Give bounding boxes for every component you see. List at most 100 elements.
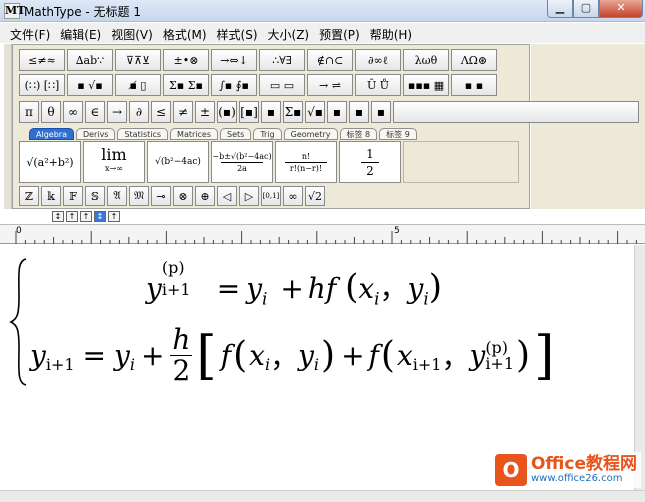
eq2-x1: x <box>249 339 265 372</box>
infinity-symbol-2[interactable]: ∞ <box>283 186 303 206</box>
partial-symbol[interactable]: ∂ <box>129 101 149 123</box>
superscript-template[interactable]: ▪ <box>327 101 347 123</box>
relational-symbols-palette[interactable]: ≤≠≈ <box>19 49 65 71</box>
box-templates-palette[interactable]: ▪ ▪ <box>451 74 497 96</box>
sum-template[interactable]: Σ▪ <box>283 101 303 123</box>
tab-statistics[interactable]: Statistics <box>117 128 169 140</box>
template-half-denominator: 2 <box>366 163 374 178</box>
subsup-template[interactable]: ▪ <box>371 101 391 123</box>
spaces-ellipses-palette[interactable]: ∆ab∵ <box>67 49 113 71</box>
subscript-superscript-palette[interactable]: ▪̸ ▯ <box>115 74 161 96</box>
close-button[interactable]: ✕ <box>599 0 643 18</box>
s-symbol[interactable]: 𝕊 <box>85 186 105 206</box>
fraktur-m-symbol[interactable]: 𝔐 <box>129 186 149 206</box>
operator-symbols-palette[interactable]: ±•⊗ <box>163 49 209 71</box>
tab-trig[interactable]: Trig <box>253 128 282 140</box>
logical-symbols-palette[interactable]: ∴∀∃ <box>259 49 305 71</box>
sqrt-template[interactable]: √▪ <box>305 101 325 123</box>
right-arrow-symbol[interactable]: → <box>107 101 127 123</box>
parentheses-template[interactable]: (▪) <box>217 101 237 123</box>
underbar-overbar-palette[interactable]: ▭ ▭ <box>259 74 305 96</box>
eq2-equals: = <box>82 339 106 372</box>
less-equal-symbol[interactable]: ≤ <box>151 101 171 123</box>
eq2-open-paren-2: ( <box>380 335 395 376</box>
menu-view[interactable]: 视图(V) <box>107 23 159 43</box>
element-of-symbol[interactable]: ∈ <box>85 101 105 123</box>
tab-label-9[interactable]: 标签 9 <box>379 128 417 140</box>
interval-template[interactable]: [0,1] <box>261 186 281 206</box>
template-binomial-numerator: n! <box>301 151 311 161</box>
ruler[interactable]: 0 5 <box>0 224 645 244</box>
integers-symbol[interactable]: ℤ <box>19 186 39 206</box>
left-triangle-symbol[interactable]: ◁ <box>217 186 237 206</box>
tab-geometry[interactable]: Geometry <box>283 128 338 140</box>
tab-algebra[interactable]: Algebra <box>29 128 74 140</box>
tab-matrices[interactable]: Matrices <box>170 128 218 140</box>
maximize-button[interactable]: ▢ <box>573 0 599 18</box>
window-title: MathType - 无标题 1 <box>24 5 141 19</box>
field-symbol[interactable]: 𝔽 <box>63 186 83 206</box>
multimap-symbol[interactable]: ⊸ <box>151 186 171 206</box>
nudge-active-icon[interactable]: ↕ <box>94 211 106 222</box>
embellishments-palette[interactable]: ⊽⊼⊻ <box>115 49 161 71</box>
fraction-radical-palette[interactable]: ▪ √▪ <box>67 74 113 96</box>
tab-derivs[interactable]: Derivs <box>75 128 116 140</box>
template-limit[interactable]: lim x→∞ <box>83 141 145 183</box>
nudge-up-icon-2[interactable]: ↑ <box>80 211 92 222</box>
menu-style[interactable]: 样式(S) <box>213 23 264 43</box>
toolbar-grip[interactable] <box>4 44 12 209</box>
pi-symbol[interactable]: π <box>19 101 39 123</box>
fraction-template[interactable]: ▪ <box>261 101 281 123</box>
template-palette-row: (∷) [∷] ▪ √▪ ▪̸ ▯ Σ▪ Σ▪ ∫▪ ∮▪ ▭ ▭ → ⇌ Ū … <box>19 74 497 96</box>
circled-plus-symbol[interactable]: ⊕ <box>195 186 215 206</box>
greek-uppercase-palette[interactable]: ΛΩ⊛ <box>451 49 497 71</box>
template-discriminant[interactable]: √(b²−4ac) <box>147 141 209 183</box>
right-triangle-symbol[interactable]: ▷ <box>239 186 259 206</box>
eq2-x2: x <box>396 339 413 372</box>
k-symbol[interactable]: 𝕜 <box>41 186 61 206</box>
template-quadratic-formula[interactable]: −b±√(b²−4ac) 2a <box>211 141 273 183</box>
eq1-yi: y <box>246 272 263 305</box>
summation-palette[interactable]: Σ▪ Σ▪ <box>163 74 209 96</box>
menu-edit[interactable]: 编辑(E) <box>56 23 107 43</box>
labeled-arrow-palette[interactable]: → ⇌ <box>307 74 353 96</box>
nudge-up-down-icon[interactable]: ↕ <box>52 211 64 222</box>
tab-sets[interactable]: Sets <box>220 128 252 140</box>
nudge-up-icon[interactable]: ↑ <box>66 211 78 222</box>
eq2-f2: f <box>368 339 379 372</box>
template-one-half[interactable]: 1 2 <box>339 141 401 183</box>
circled-times-symbol[interactable]: ⊗ <box>173 186 193 206</box>
template-binomial[interactable]: n! r!(n−r)! <box>275 141 337 183</box>
miscellaneous-symbols-palette[interactable]: ∂∞ℓ <box>355 49 401 71</box>
horizontal-scrollbar[interactable] <box>0 490 645 502</box>
plus-minus-symbol[interactable]: ± <box>195 101 215 123</box>
menu-format[interactable]: 格式(M) <box>159 23 213 43</box>
brackets-template[interactable]: [▪] <box>239 101 259 123</box>
set-theory-palette[interactable]: ∉∩⊂ <box>307 49 353 71</box>
fence-templates-palette[interactable]: (∷) [∷] <box>19 74 65 96</box>
subscript-template[interactable]: ▪ <box>349 101 369 123</box>
arrow-symbols-palette[interactable]: →⇔↓ <box>211 49 257 71</box>
menu-file[interactable]: 文件(F) <box>6 23 56 43</box>
theta-symbol[interactable]: θ <box>41 101 61 123</box>
template-pythagoras[interactable]: √(a²+b²) <box>19 141 81 183</box>
fraktur-a-symbol[interactable]: 𝔄 <box>107 186 127 206</box>
bottom-symbols-row: ℤ 𝕜 𝔽 𝕊 𝔄 𝔐 ⊸ ⊗ ⊕ ◁ ▷ [0,1] ∞ √2 <box>19 186 325 206</box>
menu-preferences[interactable]: 预置(P) <box>315 23 366 43</box>
products-set-palette[interactable]: Ū Ů <box>355 74 401 96</box>
infinity-symbol[interactable]: ∞ <box>63 101 83 123</box>
menu-help[interactable]: 帮助(H) <box>366 23 418 43</box>
integral-palette[interactable]: ∫▪ ∮▪ <box>211 74 257 96</box>
not-equal-symbol[interactable]: ≠ <box>173 101 193 123</box>
eq1-open-paren: ( <box>345 267 359 307</box>
minimize-button[interactable]: ▁ <box>547 0 573 18</box>
tab-label-8[interactable]: 标签 8 <box>339 128 378 140</box>
matrix-palette[interactable]: ▪▪▪ ▦ <box>403 74 449 96</box>
nudge-up-icon-3[interactable]: ↑ <box>108 211 120 222</box>
ruler-label-5: 5 <box>394 226 400 236</box>
ruler-label-0: 0 <box>16 226 22 236</box>
menu-size[interactable]: 大小(Z) <box>264 23 316 43</box>
sqrt-two-template[interactable]: √2 <box>305 186 325 206</box>
eq2-y1-sub: i <box>313 355 320 374</box>
greek-lowercase-palette[interactable]: λωθ <box>403 49 449 71</box>
